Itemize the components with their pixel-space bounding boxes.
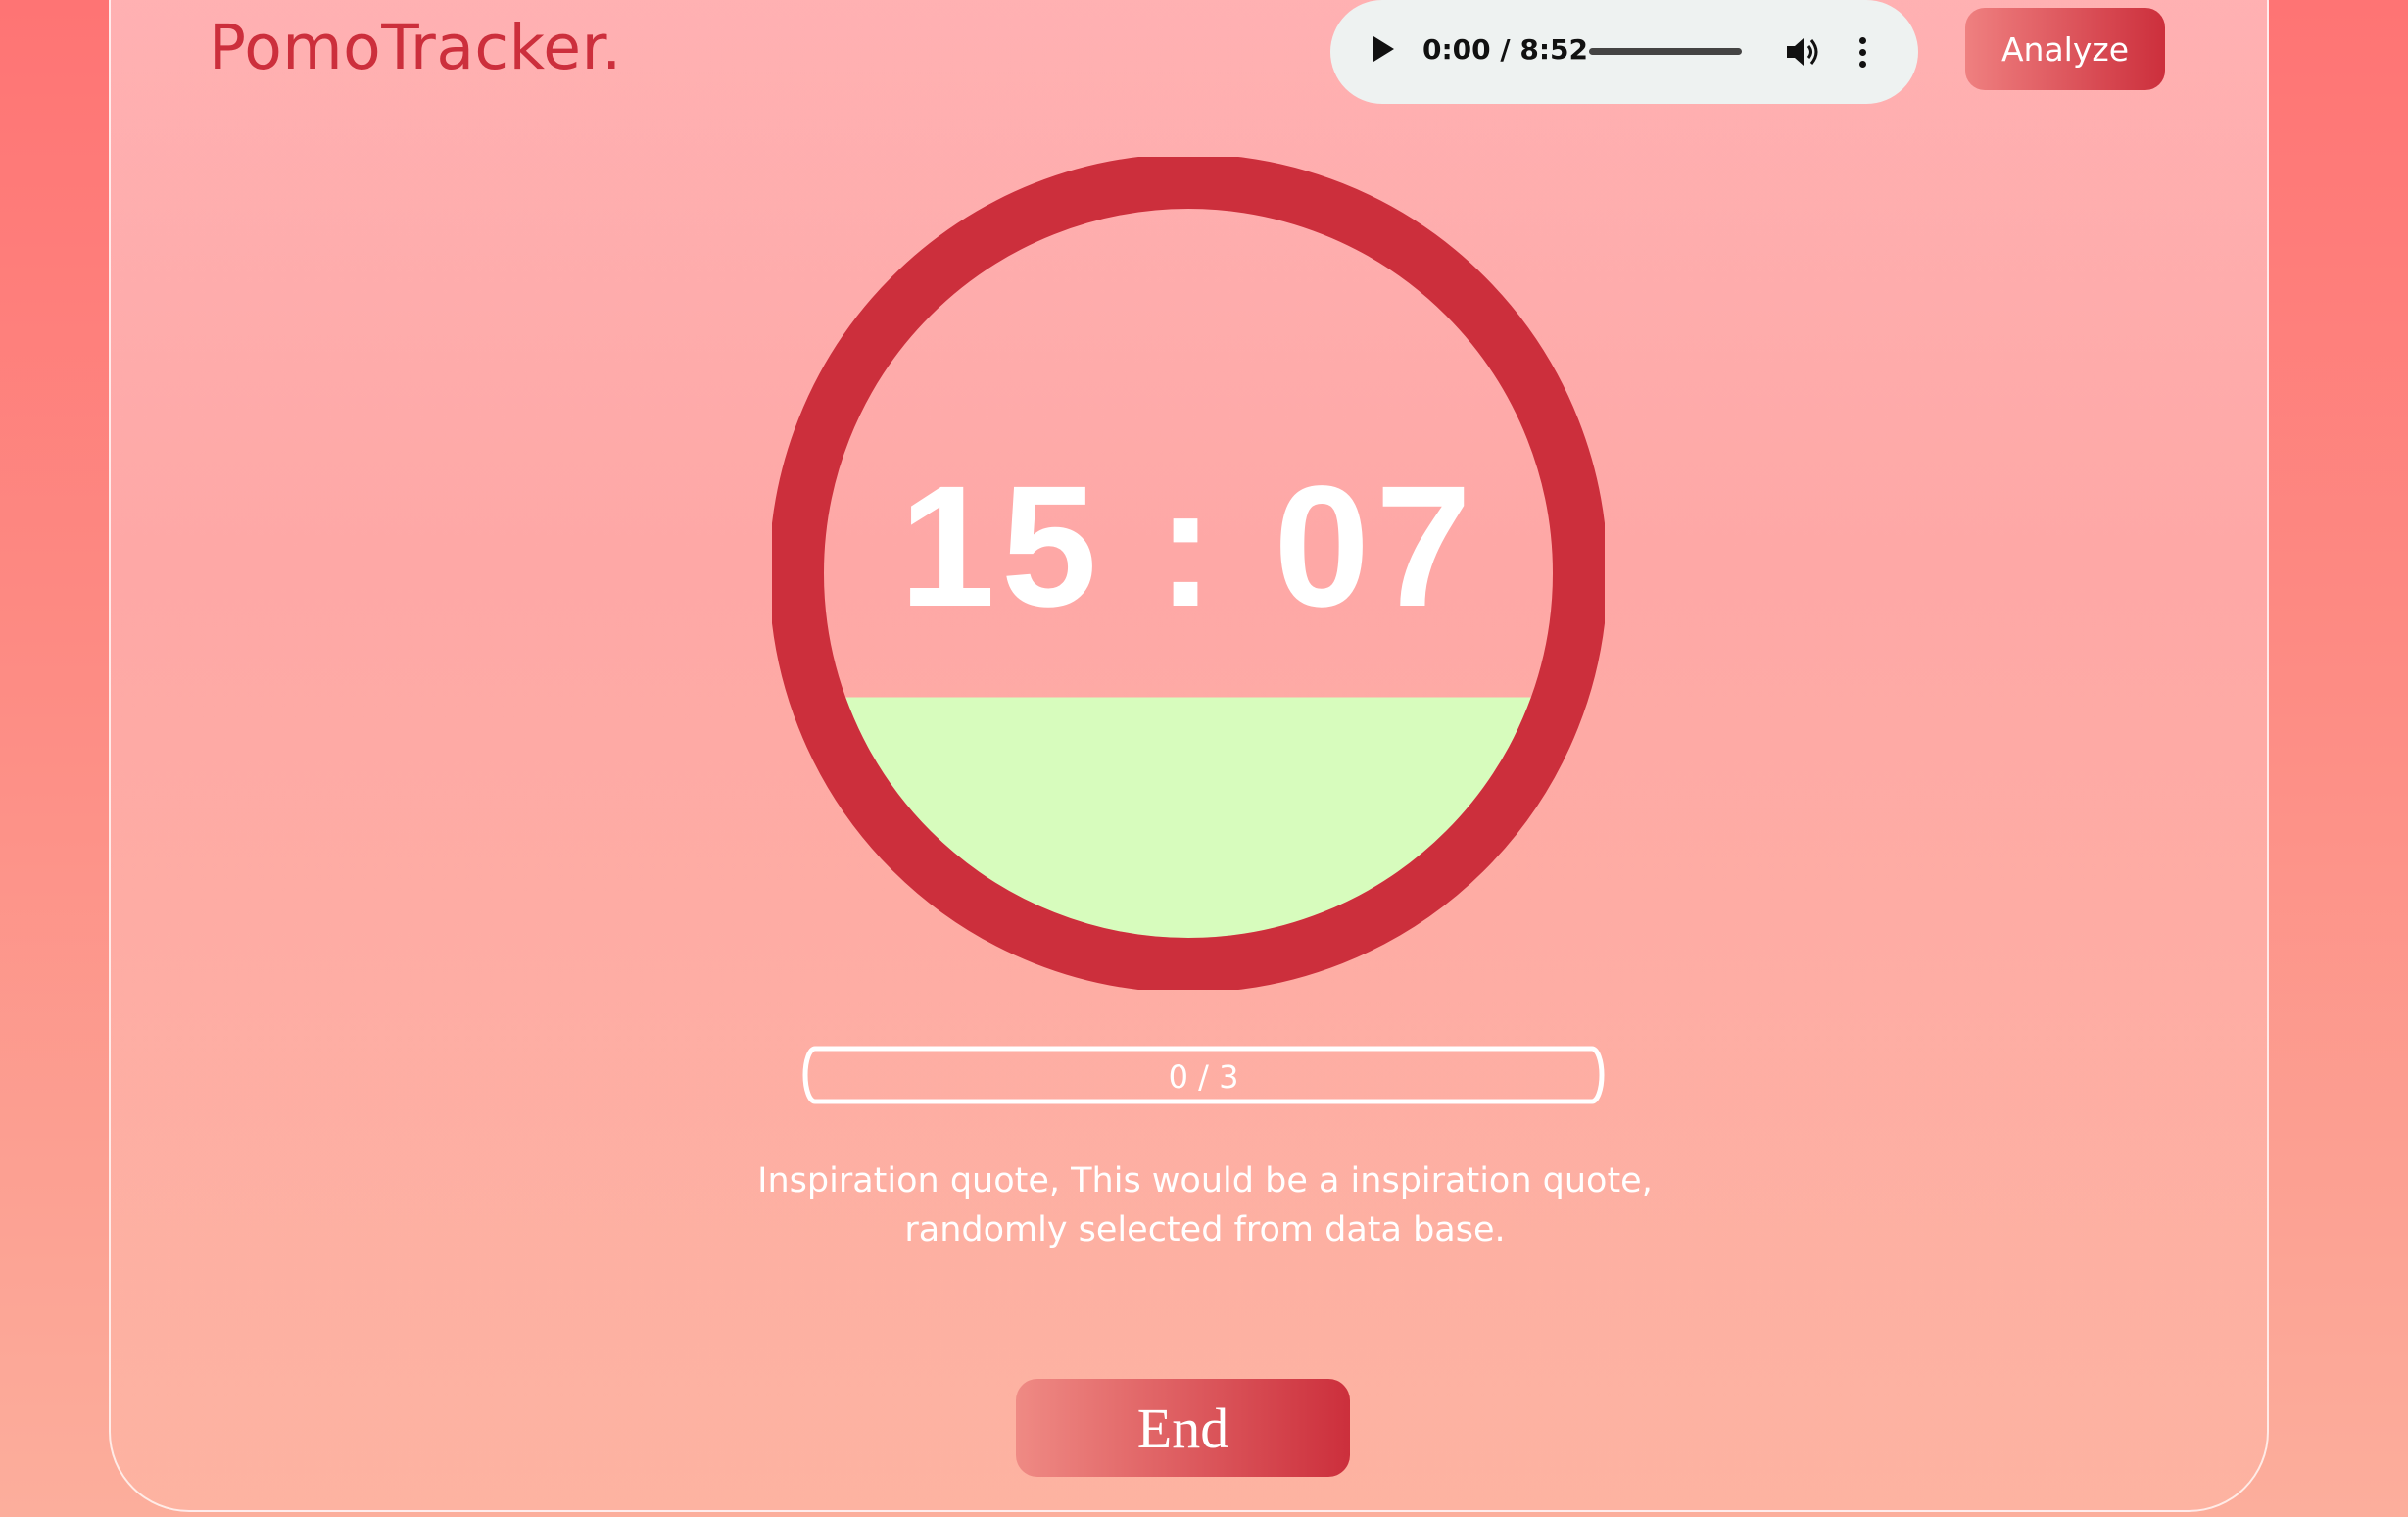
volume-icon[interactable] xyxy=(1785,35,1820,69)
analyze-button[interactable]: Analyze xyxy=(1965,8,2165,90)
quote-line-1: Inspiration quote, This would be a inspi… xyxy=(757,1161,1653,1200)
audio-seek-bar[interactable] xyxy=(1589,48,1742,55)
inspiration-quote: Inspiration quote, This would be a inspi… xyxy=(617,1156,1793,1254)
audio-player: 0:00 / 8:52 xyxy=(1330,0,1918,104)
quote-line-2: randomly selected from data base. xyxy=(904,1210,1506,1249)
play-icon[interactable] xyxy=(1373,36,1394,62)
end-button[interactable]: End xyxy=(1016,1379,1350,1477)
more-vertical-icon[interactable] xyxy=(1859,37,1867,69)
session-counter: 0 / 3 xyxy=(1168,1058,1239,1096)
app-logo: PomoTracker. xyxy=(209,12,622,83)
audio-time-display: 0:00 / 8:52 xyxy=(1422,33,1589,66)
timer-display: 15 : 07 xyxy=(899,451,1477,643)
